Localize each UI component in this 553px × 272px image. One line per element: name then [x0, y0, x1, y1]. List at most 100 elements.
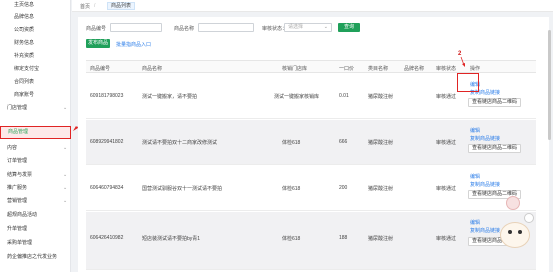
product-name-label: 商品名称: [174, 26, 195, 32]
sidebar-item-label: 商家账号: [14, 92, 35, 98]
audit-status: 审核通过: [436, 236, 457, 242]
qr-code-button[interactable]: 查看链店商品二维码: [468, 98, 522, 107]
sidebar-item-home-info[interactable]: 主页信息: [0, 0, 71, 11]
sidebar-item-marketing[interactable]: 营销管理 ⌄: [0, 196, 71, 207]
sidebar-item-label: 推广服务: [7, 185, 28, 191]
sidebar: 主页信息 品牌信息 公司资质 财务信息 补充资质 绑定支付宝 合同列表 商家账号…: [0, 0, 71, 272]
publish-product-button[interactable]: 发布商品: [86, 39, 110, 48]
sidebar-item-upgrade-orders[interactable]: 升单管理: [0, 224, 71, 235]
sidebar-item-label: 内容: [7, 145, 18, 151]
product-code: 606426410982: [90, 235, 124, 241]
edit-link[interactable]: 编辑: [470, 127, 480, 134]
sidebar-item-product-management[interactable]: 商品管理: [0, 126, 71, 139]
audit-status-placeholder: 请选择: [288, 24, 304, 30]
sidebar-item-label: 主页信息: [14, 2, 35, 8]
sidebar-item-label: 财务信息: [14, 40, 35, 46]
product-name: 测试请不要拍双十二商家改修测试: [142, 140, 218, 146]
category-name: 猪尿酸注射: [368, 94, 394, 100]
sidebar-item-label: 采购单管理: [7, 240, 33, 246]
edit-link[interactable]: 编辑: [470, 219, 480, 226]
category-name: 猪尿酸注射: [368, 236, 394, 242]
sidebar-item-content[interactable]: 内容 ⌄: [0, 143, 71, 154]
table-header: 商品编号 商品名称 核销门店库 一口价 类目名称 品牌名称 审核状态 操作: [86, 60, 536, 73]
sidebar-item-store-management[interactable]: 门店管理 ⌄: [0, 103, 71, 114]
chevron-down-icon: ⌄: [63, 198, 68, 204]
edit-link[interactable]: 编辑: [470, 173, 480, 180]
sidebar-item-label: 门店管理: [7, 105, 28, 111]
batch-import-link[interactable]: 批量指商品入口: [116, 41, 151, 48]
column-header: 审核状态: [436, 66, 457, 72]
copy-link[interactable]: 复制商品链接: [470, 227, 500, 234]
column-header: 类目名称: [368, 66, 389, 72]
sidebar-item-label: 结算与发票: [7, 172, 33, 178]
search-button[interactable]: 查询: [338, 23, 360, 32]
copy-link[interactable]: 复制商品链接: [470, 181, 500, 188]
assistant-icon[interactable]: [506, 196, 520, 210]
product-code: 609181798023: [90, 93, 124, 99]
mascot-icon[interactable]: [500, 222, 530, 248]
table-row: 606460794834 国营测试驯服谷双十一测试请不要拍 体检618 200 …: [86, 166, 536, 211]
qr-code-button[interactable]: 查看链店商品二维码: [468, 144, 522, 153]
product-name: 国营测试驯服谷双十一测试请不要拍: [142, 186, 223, 192]
sidebar-item-oversize-activity[interactable]: 超规商品活动: [0, 210, 71, 221]
sidebar-item-brand-info[interactable]: 品牌信息: [0, 12, 71, 23]
table-row: 608929941802 测试请不要拍双十二商家改修测试 体检618 666 猪…: [86, 120, 536, 165]
sidebar-item-promotion[interactable]: 推广服务 ⌄: [0, 183, 71, 194]
annotation-arrow-icon: [460, 56, 465, 67]
product-code: 608929941802: [90, 139, 124, 145]
main-area: 首页 / 商品列表 商品编号 商品名称 审核状态： 请选择 ⌄ 查询 发布商品 …: [72, 0, 553, 272]
category-name: 猪尿酸注射: [368, 186, 394, 192]
scrollbar[interactable]: [548, 30, 551, 140]
sidebar-item-company-qualification[interactable]: 公司资质: [0, 25, 71, 36]
product-code: 606460794834: [90, 185, 124, 191]
audit-status-select[interactable]: 请选择 ⌄: [284, 23, 332, 32]
content-panel: 商品编号 商品名称 审核状态： 请选择 ⌄ 查询 发布商品 批量指商品入口 商品…: [78, 17, 549, 272]
sidebar-item-extra-qualification[interactable]: 补充资质: [0, 51, 71, 62]
price: 666: [339, 139, 348, 145]
price: 200: [339, 185, 348, 191]
chevron-down-icon: ⌄: [63, 172, 68, 178]
sidebar-item-order-management[interactable]: 订单管理: [0, 156, 71, 167]
store-library: 体检618: [282, 140, 301, 146]
product-code-input[interactable]: [110, 23, 162, 32]
sidebar-item-label: 药企偏推店之代发业务: [7, 254, 58, 260]
breadcrumb-home[interactable]: 首页: [80, 3, 90, 10]
sidebar-item-label: 公司资质: [14, 27, 35, 33]
audit-status: 审核通过: [436, 94, 457, 100]
chevron-down-icon: ⌄: [63, 185, 68, 191]
annotation-highlight-box: [457, 73, 479, 92]
sidebar-item-label: 品牌信息: [14, 14, 35, 20]
sidebar-item-label: 绑定支付宝: [14, 66, 40, 72]
product-name-input[interactable]: [198, 23, 254, 32]
sidebar-item-bind-alipay[interactable]: 绑定支付宝: [0, 64, 71, 75]
store-library: 体检618: [282, 236, 301, 242]
sidebar-item-contract-list[interactable]: 合同列表: [0, 77, 71, 88]
audit-status: 审核通过: [436, 186, 457, 192]
store-library: 体检618: [282, 186, 301, 192]
column-header: 品牌名称: [404, 66, 425, 72]
sidebar-item-purchase-orders[interactable]: 采购单管理: [0, 238, 71, 249]
column-header: 商品名称: [142, 66, 163, 72]
mascot-eye-icon: [518, 230, 522, 234]
price: 188: [339, 235, 348, 241]
chat-bubble-icon[interactable]: [524, 213, 534, 223]
breadcrumb-separator: /: [94, 3, 96, 9]
chevron-down-icon: ⌄: [63, 145, 68, 151]
sidebar-item-dropship[interactable]: 药企偏推店之代发业务: [0, 252, 71, 263]
sidebar-item-merchant-account[interactable]: 商家账号: [0, 90, 71, 101]
copy-link[interactable]: 复制商品链接: [470, 135, 500, 142]
sidebar-item-label: 补充资质: [14, 53, 35, 59]
category-name: 猪尿酸注射: [368, 140, 394, 146]
sidebar-item-label: 商品管理: [8, 129, 29, 135]
tab-product-list[interactable]: 商品列表: [107, 2, 136, 10]
price: 0.01: [339, 93, 349, 99]
sidebar-item-settlement-invoice[interactable]: 结算与发票 ⌄: [0, 170, 71, 181]
chevron-down-icon: ⌄: [323, 24, 328, 30]
product-name: 短店装测试请不要拍by青1: [142, 236, 201, 242]
mascot-eye-icon: [508, 230, 512, 234]
table-row: 606426410982 短店装测试请不要拍by青1 体检618 188 猪尿酸…: [86, 212, 536, 270]
sidebar-item-finance-info[interactable]: 财务信息: [0, 38, 71, 49]
product-name: 测试一键搬家，请不要拍: [142, 94, 198, 100]
column-header: 一口价: [339, 66, 355, 72]
audit-status: 审核通过: [436, 140, 457, 146]
